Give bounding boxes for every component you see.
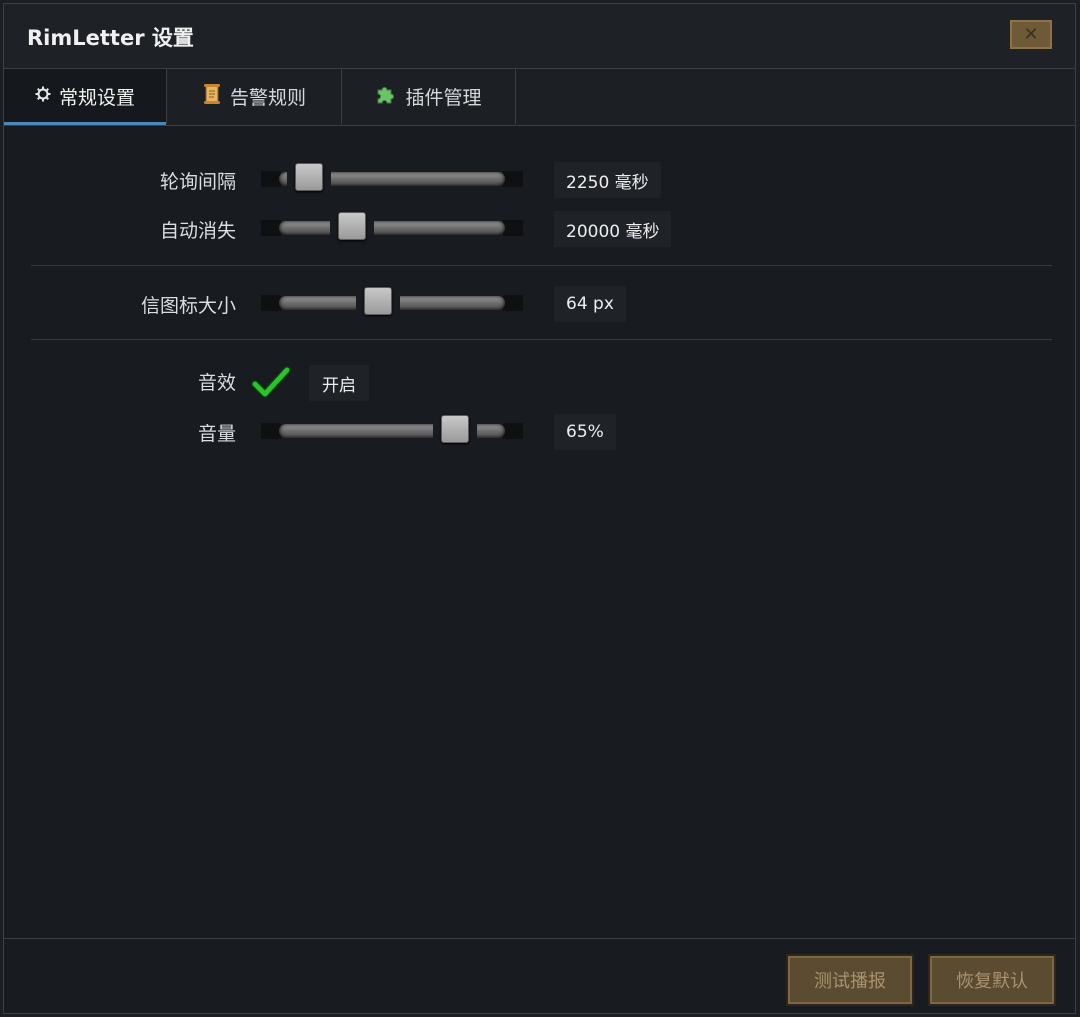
- settings-window: RimLetter 设置 ✕ 常规设置 告警规则 插件管理 轮询间隔 2250 …: [3, 3, 1076, 1014]
- sound-toggle-text[interactable]: 开启: [309, 365, 369, 401]
- slider-track-end: [503, 220, 523, 236]
- slider-thumb[interactable]: [441, 415, 470, 443]
- restore-defaults-button[interactable]: 恢复默认: [930, 956, 1054, 1004]
- icon-size-value: 64 px: [554, 286, 626, 322]
- poll-interval-slider[interactable]: [261, 163, 523, 191]
- slider-track: [279, 221, 505, 235]
- sound-checkbox[interactable]: [251, 362, 291, 402]
- slider-track-end: [261, 423, 281, 439]
- poll-interval-label: 轮询间隔: [159, 171, 236, 193]
- auto-dismiss-slider[interactable]: [261, 212, 523, 240]
- tab-label: 插件管理: [405, 87, 482, 109]
- slider-track-end: [503, 423, 523, 439]
- puzzle-icon: [375, 83, 397, 110]
- slider-track-end: [261, 220, 281, 236]
- slider-thumb[interactable]: [294, 163, 323, 191]
- tab-label: 告警规则: [229, 87, 306, 109]
- volume-slider[interactable]: [261, 415, 523, 443]
- volume-value: 65%: [554, 414, 616, 450]
- sound-label: 音效: [197, 372, 236, 394]
- auto-dismiss-value: 20000 毫秒: [554, 211, 672, 247]
- section-divider: [31, 265, 1052, 266]
- test-announce-button[interactable]: 测试播报: [788, 956, 912, 1004]
- tab-alert-rules[interactable]: 告警规则: [167, 69, 342, 124]
- title-bar: RimLetter 设置 ✕: [4, 4, 1075, 69]
- icon-size-slider[interactable]: [261, 287, 523, 315]
- auto-dismiss-label: 自动消失: [159, 220, 236, 242]
- window-title: RimLetter 设置: [27, 26, 194, 50]
- icon-size-label: 信图标大小: [140, 295, 236, 317]
- slider-track-end: [261, 295, 281, 311]
- tab-bar: 常规设置 告警规则 插件管理: [4, 69, 1075, 126]
- tab-general-settings[interactable]: 常规设置: [4, 69, 167, 125]
- footer-bar: 测试播报 恢复默认: [4, 938, 1075, 1016]
- slider-track-end: [261, 171, 281, 187]
- scroll-icon: [202, 83, 222, 110]
- slider-track-end: [503, 171, 523, 187]
- slider-thumb[interactable]: [364, 287, 393, 315]
- close-icon: ✕: [1023, 24, 1039, 45]
- volume-label: 音量: [197, 423, 236, 445]
- slider-thumb[interactable]: [338, 212, 367, 240]
- close-button[interactable]: ✕: [1010, 20, 1052, 49]
- tab-plugin-management[interactable]: 插件管理: [342, 69, 516, 124]
- checkmark-icon: [251, 366, 291, 398]
- slider-track-end: [503, 295, 523, 311]
- tab-label: 常规设置: [58, 87, 135, 109]
- gear-icon: [35, 86, 51, 107]
- poll-interval-value: 2250 毫秒: [554, 162, 661, 198]
- section-divider: [31, 339, 1052, 340]
